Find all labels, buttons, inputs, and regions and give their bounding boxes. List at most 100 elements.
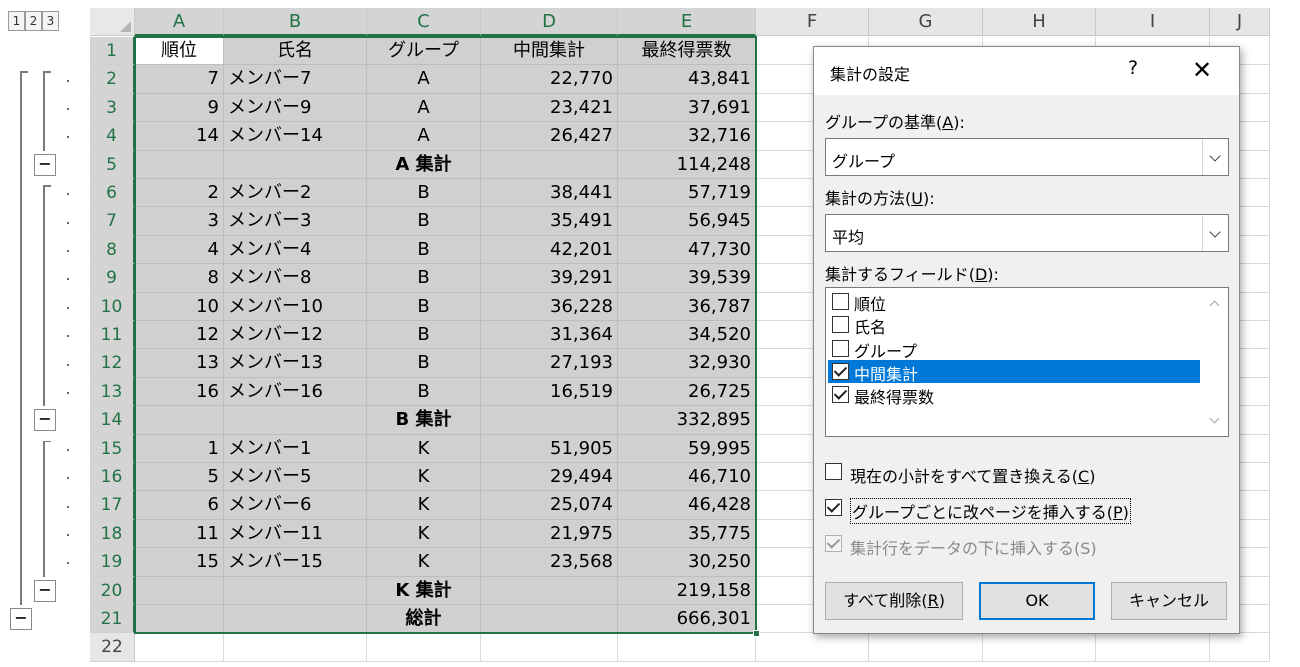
cell[interactable]: 47,730 xyxy=(618,235,756,265)
cell[interactable]: B xyxy=(367,264,481,293)
column-header-c[interactable]: C xyxy=(367,8,481,36)
cell[interactable]: 6 xyxy=(135,491,224,520)
scroll-down-icon[interactable] xyxy=(1209,413,1220,424)
cell[interactable]: 21,975 xyxy=(481,519,618,549)
cell[interactable]: 23,421 xyxy=(481,93,618,123)
cell[interactable] xyxy=(1210,633,1270,662)
cell[interactable]: K xyxy=(367,434,481,463)
cell[interactable]: 3 xyxy=(135,207,224,236)
field-checkbox[interactable] xyxy=(832,386,849,404)
cell[interactable]: メンバー14 xyxy=(224,122,367,151)
row-header[interactable]: 18 xyxy=(90,519,135,549)
cell[interactable]: メンバー6 xyxy=(224,491,367,520)
remove-all-button[interactable]: すべて削除(R) xyxy=(825,582,963,620)
outline-level-1-button[interactable]: 1 xyxy=(8,11,25,31)
field-item[interactable]: 最終得票数 xyxy=(828,383,1200,407)
cell[interactable]: A 集計 xyxy=(367,150,481,179)
cell[interactable]: 32,930 xyxy=(618,349,756,378)
help-button[interactable]: ? xyxy=(1121,57,1145,83)
row-header[interactable]: 14 xyxy=(90,406,135,435)
cell[interactable] xyxy=(224,576,367,605)
cell[interactable]: 219,158 xyxy=(618,576,756,605)
outline-level-3-button[interactable]: 3 xyxy=(42,11,59,31)
cell[interactable]: 26,427 xyxy=(481,122,618,151)
cell[interactable]: 59,995 xyxy=(618,434,756,463)
field-item[interactable]: グループ xyxy=(828,337,1200,361)
cell[interactable] xyxy=(224,605,367,634)
cell[interactable]: B 集計 xyxy=(367,406,481,435)
row-header[interactable]: 1 xyxy=(90,37,135,66)
cell[interactable] xyxy=(367,633,481,662)
cell[interactable] xyxy=(618,633,756,662)
column-header-g[interactable]: G xyxy=(869,8,983,36)
cell[interactable]: 37,691 xyxy=(618,93,756,123)
group-by-combo[interactable]: グループ xyxy=(825,138,1229,176)
column-header-f[interactable]: F xyxy=(756,8,869,36)
row-header[interactable]: 9 xyxy=(90,264,135,293)
replace-subtotals-checkbox[interactable] xyxy=(825,463,842,480)
outline-collapse-button[interactable]: − xyxy=(34,409,56,432)
cell[interactable]: B xyxy=(367,292,481,321)
cell[interactable] xyxy=(135,605,224,634)
function-combo[interactable]: 平均 xyxy=(825,214,1229,252)
cell[interactable]: A xyxy=(367,93,481,123)
row-header[interactable]: 17 xyxy=(90,491,135,520)
cell[interactable]: 38,441 xyxy=(481,179,618,208)
cell[interactable] xyxy=(481,605,618,634)
cell[interactable] xyxy=(481,406,618,435)
cell[interactable]: 7 xyxy=(135,65,224,94)
row-header[interactable]: 22 xyxy=(90,633,135,662)
cell[interactable]: B xyxy=(367,235,481,265)
cell[interactable]: 666,301 xyxy=(618,605,756,634)
cell[interactable]: 10 xyxy=(135,292,224,321)
cell[interactable] xyxy=(983,633,1096,662)
cell[interactable]: 12 xyxy=(135,321,224,350)
cell[interactable]: メンバー4 xyxy=(224,235,367,265)
ok-button[interactable]: OK xyxy=(979,582,1095,620)
outline-collapse-button[interactable]: − xyxy=(10,608,32,630)
cell[interactable]: K 集計 xyxy=(367,576,481,605)
cell[interactable] xyxy=(869,633,983,662)
cell[interactable]: 114,248 xyxy=(618,150,756,179)
close-button[interactable]: ✕ xyxy=(1189,56,1215,84)
cell[interactable]: 14 xyxy=(135,122,224,151)
cell[interactable]: 氏名 xyxy=(224,37,367,66)
cell[interactable]: メンバー13 xyxy=(224,349,367,378)
cell[interactable]: 11 xyxy=(135,519,224,549)
cell[interactable]: 46,428 xyxy=(618,491,756,520)
page-break-checkbox[interactable] xyxy=(825,499,842,516)
cell[interactable]: 1 xyxy=(135,434,224,463)
cell[interactable]: 39,539 xyxy=(618,264,756,293)
select-all-corner[interactable] xyxy=(90,8,135,36)
chevron-down-icon[interactable] xyxy=(1202,139,1228,175)
row-header[interactable]: 15 xyxy=(90,434,135,463)
cell[interactable]: 36,228 xyxy=(481,292,618,321)
cell[interactable]: 39,291 xyxy=(481,264,618,293)
cell[interactable]: 5 xyxy=(135,463,224,492)
column-header-d[interactable]: D xyxy=(481,8,618,36)
cell[interactable]: メンバー16 xyxy=(224,377,367,407)
outline-collapse-button[interactable]: − xyxy=(34,579,56,602)
cancel-button[interactable]: キャンセル xyxy=(1111,582,1227,620)
field-checkbox[interactable] xyxy=(832,339,849,357)
field-checkbox[interactable] xyxy=(832,293,849,310)
cell[interactable]: 23,568 xyxy=(481,548,618,577)
cell[interactable]: 22,770 xyxy=(481,65,618,94)
cell[interactable] xyxy=(135,633,224,662)
cell[interactable]: 順位 xyxy=(135,37,224,66)
row-header[interactable]: 10 xyxy=(90,292,135,321)
cell[interactable]: K xyxy=(367,463,481,492)
row-header[interactable]: 3 xyxy=(90,93,135,123)
cell[interactable] xyxy=(224,633,367,662)
outline-level-2-button[interactable]: 2 xyxy=(25,11,42,31)
cell[interactable] xyxy=(756,633,869,662)
cell[interactable]: メンバー2 xyxy=(224,179,367,208)
chevron-down-icon[interactable] xyxy=(1202,215,1228,251)
fill-handle[interactable] xyxy=(753,630,760,638)
cell[interactable]: メンバー15 xyxy=(224,548,367,577)
row-header[interactable]: 21 xyxy=(90,605,135,634)
cell[interactable]: 4 xyxy=(135,235,224,265)
cell[interactable]: K xyxy=(367,491,481,520)
cell[interactable]: 中間集計 xyxy=(481,37,618,66)
cell[interactable]: メンバー11 xyxy=(224,519,367,549)
